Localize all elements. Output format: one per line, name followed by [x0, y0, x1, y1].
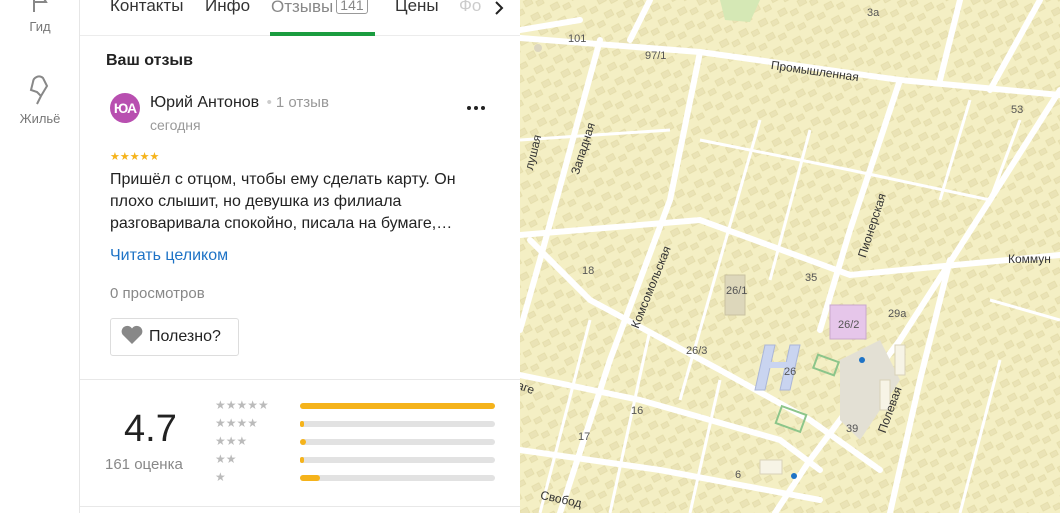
tab-reviews-label: Отзывы	[271, 0, 334, 16]
divider	[80, 506, 520, 507]
left-rail: Гид Жильё	[0, 0, 80, 513]
rating-distribution-row: ★★★★	[215, 416, 505, 432]
author-review-count: 1 отзыв	[275, 94, 329, 111]
chevron-right-icon	[494, 0, 504, 21]
house-number: 26/3	[686, 345, 708, 357]
review-author-name[interactable]: Юрий Антонов	[150, 94, 259, 111]
distribution-bar-fill	[300, 475, 320, 481]
distribution-bar-track	[300, 439, 495, 445]
rating-distribution-row: ★★	[215, 452, 505, 468]
heart-icon	[120, 325, 144, 350]
average-rating: 4.7	[124, 408, 177, 450]
house-number: 53	[1011, 104, 1024, 116]
house-number: 97/1	[645, 50, 667, 62]
house-number: 26	[784, 366, 797, 378]
divider	[80, 379, 520, 380]
distribution-bar-track	[300, 457, 495, 463]
street-label: Коммун	[1008, 252, 1051, 266]
distribution-stars: ★★★★	[215, 416, 259, 430]
rating-count: 161 оценка	[105, 456, 183, 473]
house-number: 39	[846, 423, 859, 435]
guide-label: Гид	[29, 19, 51, 34]
house-number: 18	[582, 265, 595, 277]
housing-label: Жильё	[19, 111, 61, 126]
distribution-bar-fill	[300, 439, 306, 445]
tab-photos[interactable]: Фо	[459, 0, 481, 16]
housing-rail-item[interactable]: Жильё	[0, 74, 80, 126]
read-more-link[interactable]: Читать целиком	[110, 247, 228, 265]
house-number: 35	[805, 272, 818, 284]
useful-button[interactable]: Полезно?	[110, 318, 239, 356]
distribution-stars: ★★★	[215, 434, 248, 448]
house-number: 101	[568, 33, 587, 45]
house-number: 16	[631, 405, 644, 417]
map-roads	[520, 0, 1060, 513]
distribution-bar-fill	[300, 457, 304, 463]
tab-info[interactable]: Инфо	[205, 0, 250, 16]
map-view[interactable]: Промышленная Западная Пионерская Комсомо…	[520, 0, 1060, 513]
rating-distribution-row: ★★★	[215, 434, 505, 450]
tabs-next-button[interactable]	[484, 0, 514, 20]
review-date: сегодня	[150, 117, 201, 133]
distribution-bar-fill	[300, 421, 304, 427]
organization-panel: Контакты Инфо Отзывы 141 Цены Фо Ваш отзы…	[80, 0, 520, 513]
more-dots-icon	[460, 103, 492, 120]
review-menu-button[interactable]	[460, 100, 492, 116]
tab-prices[interactable]: Цены	[395, 0, 439, 16]
avatar[interactable]: ЮА	[110, 93, 140, 123]
distribution-stars: ★★★★★	[215, 398, 269, 412]
distribution-bar-track	[300, 421, 495, 427]
house-number: 3а	[867, 7, 880, 19]
house-number: 26/2	[838, 319, 860, 331]
distribution-bar-fill	[300, 403, 495, 409]
tab-reviews-count: 141	[336, 0, 368, 14]
rating-distribution-row: ★★★★★	[215, 398, 505, 414]
flag-icon	[0, 0, 80, 17]
your-review-title: Ваш отзыв	[106, 52, 193, 69]
house-number: 29а	[888, 308, 907, 320]
distribution-bar-track	[300, 403, 495, 409]
guide-rail-item[interactable]: Гид	[0, 0, 80, 34]
distribution-stars: ★★	[215, 452, 237, 466]
distribution-bar-track	[300, 475, 495, 481]
review-rating-stars: ★★★★★	[110, 151, 160, 163]
tab-bar: Контакты Инфо Отзывы 141 Цены Фо	[80, 0, 520, 36]
rating-distribution-row: ★	[215, 470, 505, 486]
active-tab-indicator	[270, 32, 375, 36]
tab-contacts[interactable]: Контакты	[110, 0, 183, 16]
distribution-stars: ★	[215, 470, 226, 484]
review-views: 0 просмотров	[110, 285, 205, 302]
house-number: 17	[578, 431, 591, 443]
useful-label: Полезно?	[149, 328, 221, 345]
tab-reviews[interactable]: Отзывы 141	[271, 0, 368, 17]
house-number: 26/1	[726, 285, 748, 297]
review-author-line: Юрий Антонов • 1 отзыв	[150, 94, 329, 111]
house-number: 6	[735, 469, 742, 481]
review-text: Пришёл с отцом, чтобы ему сделать карту.…	[110, 171, 456, 232]
housing-icon	[0, 74, 80, 109]
